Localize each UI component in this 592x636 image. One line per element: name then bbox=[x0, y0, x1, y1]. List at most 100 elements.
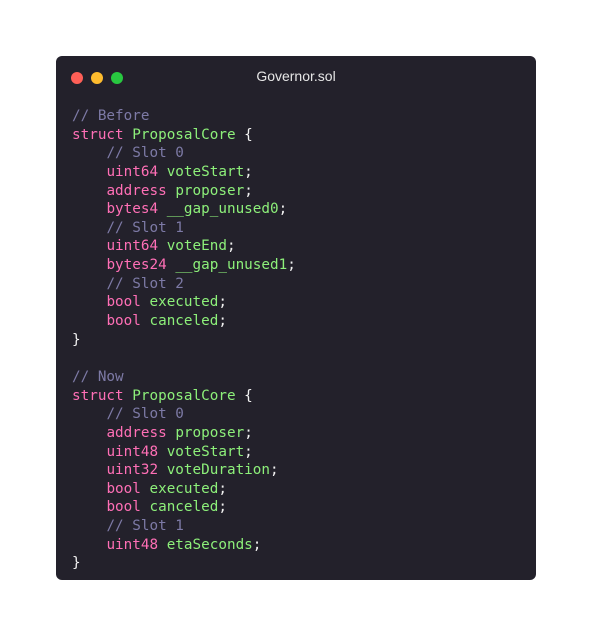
code-line: bytes4 __gap_unused0; bbox=[72, 200, 296, 219]
code-line: bool executed; bbox=[72, 293, 296, 312]
code-token-punct: ; bbox=[244, 424, 253, 441]
code-token-keyword: struct bbox=[72, 387, 124, 404]
code-token-punct: ; bbox=[218, 480, 227, 497]
code-token-comment: // Slot 2 bbox=[106, 275, 184, 292]
code-line: bool canceled; bbox=[72, 498, 296, 517]
code-token-punct: ; bbox=[218, 294, 227, 311]
code-token-type: bytes4 bbox=[106, 201, 159, 218]
code-window: Governor.sol // Before struct ProposalCor… bbox=[56, 56, 536, 580]
code-line: // Now bbox=[72, 368, 296, 387]
code-token-punct: ; bbox=[226, 238, 236, 255]
code-block: // Before struct ProposalCore { // Slot 0… bbox=[72, 107, 296, 573]
code-token-name: voteEnd bbox=[166, 238, 227, 255]
code-token-type: uint64 bbox=[106, 238, 159, 255]
code-token-comment: // Slot 1 bbox=[106, 219, 184, 236]
code-token-name: executed bbox=[149, 294, 219, 311]
code-token-punct: } bbox=[72, 555, 81, 572]
code-line: uint48 voteStart; bbox=[72, 443, 296, 462]
code-line: // Before bbox=[72, 107, 296, 126]
code-token-type: uint32 bbox=[106, 462, 159, 479]
code-token-name: etaSeconds bbox=[166, 536, 253, 553]
code-line: address proposer; bbox=[72, 424, 296, 443]
code-token-name: voteDuration bbox=[166, 462, 270, 479]
code-token-name: voteStart bbox=[166, 163, 245, 180]
code-token-type: uint48 bbox=[106, 443, 159, 460]
code-token-punct: ; bbox=[244, 163, 253, 180]
code-token-name: proposer bbox=[175, 182, 245, 199]
code-token-keyword: struct bbox=[72, 126, 124, 143]
window-title: Governor.sol bbox=[256, 68, 336, 84]
code-token-name: __gap_unused0 bbox=[166, 201, 279, 218]
code-token-comment: // Slot 1 bbox=[106, 518, 184, 535]
code-token-comment: // Before bbox=[72, 108, 150, 124]
code-token-punct: ; bbox=[270, 462, 279, 479]
code-token-comment: // Slot 0 bbox=[106, 406, 184, 423]
code-token-punct: ; bbox=[244, 182, 253, 199]
code-token-punct: ; bbox=[218, 313, 227, 330]
code-line: // Slot 1 bbox=[72, 219, 296, 238]
code-token-punct: } bbox=[72, 331, 81, 348]
code-line: // Slot 2 bbox=[72, 275, 296, 294]
code-token-name: canceled bbox=[149, 499, 219, 516]
code-token-name: voteStart bbox=[166, 443, 245, 460]
code-token-punct: ; bbox=[244, 443, 253, 460]
code-line: // Slot 1 bbox=[72, 517, 296, 536]
code-token-punct: { bbox=[235, 387, 253, 404]
code-line: struct ProposalCore { bbox=[72, 126, 296, 145]
code-line: uint48 etaSeconds; bbox=[72, 536, 296, 555]
code-token-name: __gap_unused1 bbox=[175, 257, 288, 274]
code-token-type: bool bbox=[106, 313, 141, 330]
code-line: // Slot 0 bbox=[72, 405, 296, 424]
code-token-type: address bbox=[106, 424, 167, 441]
code-token-type: bytes24 bbox=[106, 257, 167, 274]
code-token-name: ProposalCore bbox=[132, 126, 236, 143]
code-line: uint32 voteDuration; bbox=[72, 461, 296, 480]
code-line: address proposer; bbox=[72, 182, 296, 201]
code-line: } bbox=[72, 554, 296, 573]
code-line: bool executed; bbox=[72, 480, 296, 499]
code-token-type: uint64 bbox=[106, 163, 159, 180]
code-line: // Slot 0 bbox=[72, 144, 296, 163]
code-token-punct: ; bbox=[278, 201, 288, 218]
code-token-type: bool bbox=[106, 294, 141, 311]
code-token-punct: ; bbox=[252, 536, 262, 553]
code-line: uint64 voteStart; bbox=[72, 163, 296, 182]
code-line: bytes24 __gap_unused1; bbox=[72, 256, 296, 275]
code-token-type: bool bbox=[106, 499, 141, 516]
code-token-name: ProposalCore bbox=[132, 387, 236, 404]
code-line: } bbox=[72, 331, 296, 350]
code-token-type: uint48 bbox=[106, 536, 159, 553]
code-line: struct ProposalCore { bbox=[72, 387, 296, 406]
code-token-punct: ; bbox=[287, 257, 296, 274]
code-token-name: executed bbox=[149, 480, 219, 497]
code-token-name: proposer bbox=[175, 424, 245, 441]
code-token-type: address bbox=[106, 182, 167, 199]
code-token-comment: // Slot 0 bbox=[106, 145, 184, 162]
code-token-punct: ; bbox=[218, 499, 227, 516]
code-line: bool canceled; bbox=[72, 312, 296, 331]
